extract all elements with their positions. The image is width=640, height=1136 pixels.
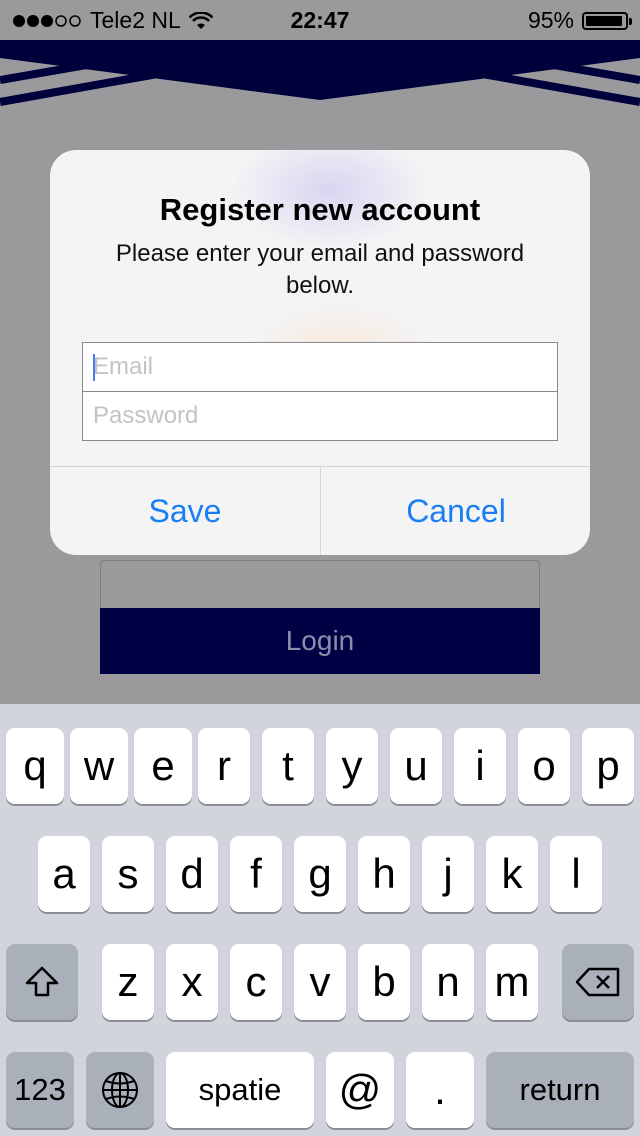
keyboard: q w e r t y u i o p a s d f g h j k l z … (0, 704, 640, 1136)
key-j[interactable]: j (422, 836, 474, 912)
backspace-icon (575, 967, 620, 997)
key-e[interactable]: e (134, 728, 192, 804)
key-w[interactable]: w (70, 728, 128, 804)
key-i[interactable]: i (454, 728, 506, 804)
globe-key[interactable] (86, 1052, 154, 1128)
backspace-key[interactable] (562, 944, 634, 1020)
cancel-button[interactable]: Cancel (320, 467, 590, 555)
key-h[interactable]: h (358, 836, 410, 912)
space-key[interactable]: spatie (166, 1052, 314, 1128)
battery-icon (582, 11, 632, 30)
alert-actions: Save Cancel (50, 466, 590, 555)
key-v[interactable]: v (294, 944, 346, 1020)
password-field[interactable] (83, 392, 557, 440)
key-n[interactable]: n (422, 944, 474, 1020)
text-cursor (93, 354, 95, 381)
globe-icon (102, 1072, 138, 1108)
key-d[interactable]: d (166, 836, 218, 912)
key-t[interactable]: t (262, 728, 314, 804)
register-alert-dialog: Register new account Please enter your e… (50, 150, 590, 555)
key-z[interactable]: z (102, 944, 154, 1020)
key-x[interactable]: x (166, 944, 218, 1020)
dot-key[interactable]: . (406, 1052, 474, 1128)
key-b[interactable]: b (358, 944, 410, 1020)
key-k[interactable]: k (486, 836, 538, 912)
key-f[interactable]: f (230, 836, 282, 912)
email-field-container (82, 342, 558, 392)
key-a[interactable]: a (38, 836, 90, 912)
shift-icon (25, 966, 59, 997)
key-u[interactable]: u (390, 728, 442, 804)
shift-key[interactable] (6, 944, 78, 1020)
key-o[interactable]: o (518, 728, 570, 804)
at-key[interactable]: @ (326, 1052, 394, 1128)
key-l[interactable]: l (550, 836, 602, 912)
key-p[interactable]: p (582, 728, 634, 804)
email-field[interactable] (83, 343, 557, 391)
numbers-key[interactable]: 123 (6, 1052, 74, 1128)
header-chevron-graphic (0, 40, 640, 106)
status-right: 95% (527, 7, 632, 34)
return-key[interactable]: return (486, 1052, 634, 1128)
key-r[interactable]: r (198, 728, 250, 804)
password-field-container (82, 391, 558, 441)
status-bar: Tele2 NL 22:47 95% (0, 0, 640, 40)
login-button-label: Login (285, 625, 355, 656)
key-q[interactable]: q (6, 728, 64, 804)
battery-fill (586, 15, 622, 26)
key-c[interactable]: c (230, 944, 282, 1020)
save-button[interactable]: Save (50, 467, 320, 555)
battery-percent: 95% (527, 7, 574, 33)
key-y[interactable]: y (326, 728, 378, 804)
alert-field-group (82, 342, 558, 442)
alert-message: Please enter your email and password bel… (115, 240, 525, 299)
alert-title: Register new account (159, 192, 481, 227)
key-g[interactable]: g (294, 836, 346, 912)
key-s[interactable]: s (102, 836, 154, 912)
login-button[interactable]: Login (100, 608, 540, 674)
key-m[interactable]: m (486, 944, 538, 1020)
